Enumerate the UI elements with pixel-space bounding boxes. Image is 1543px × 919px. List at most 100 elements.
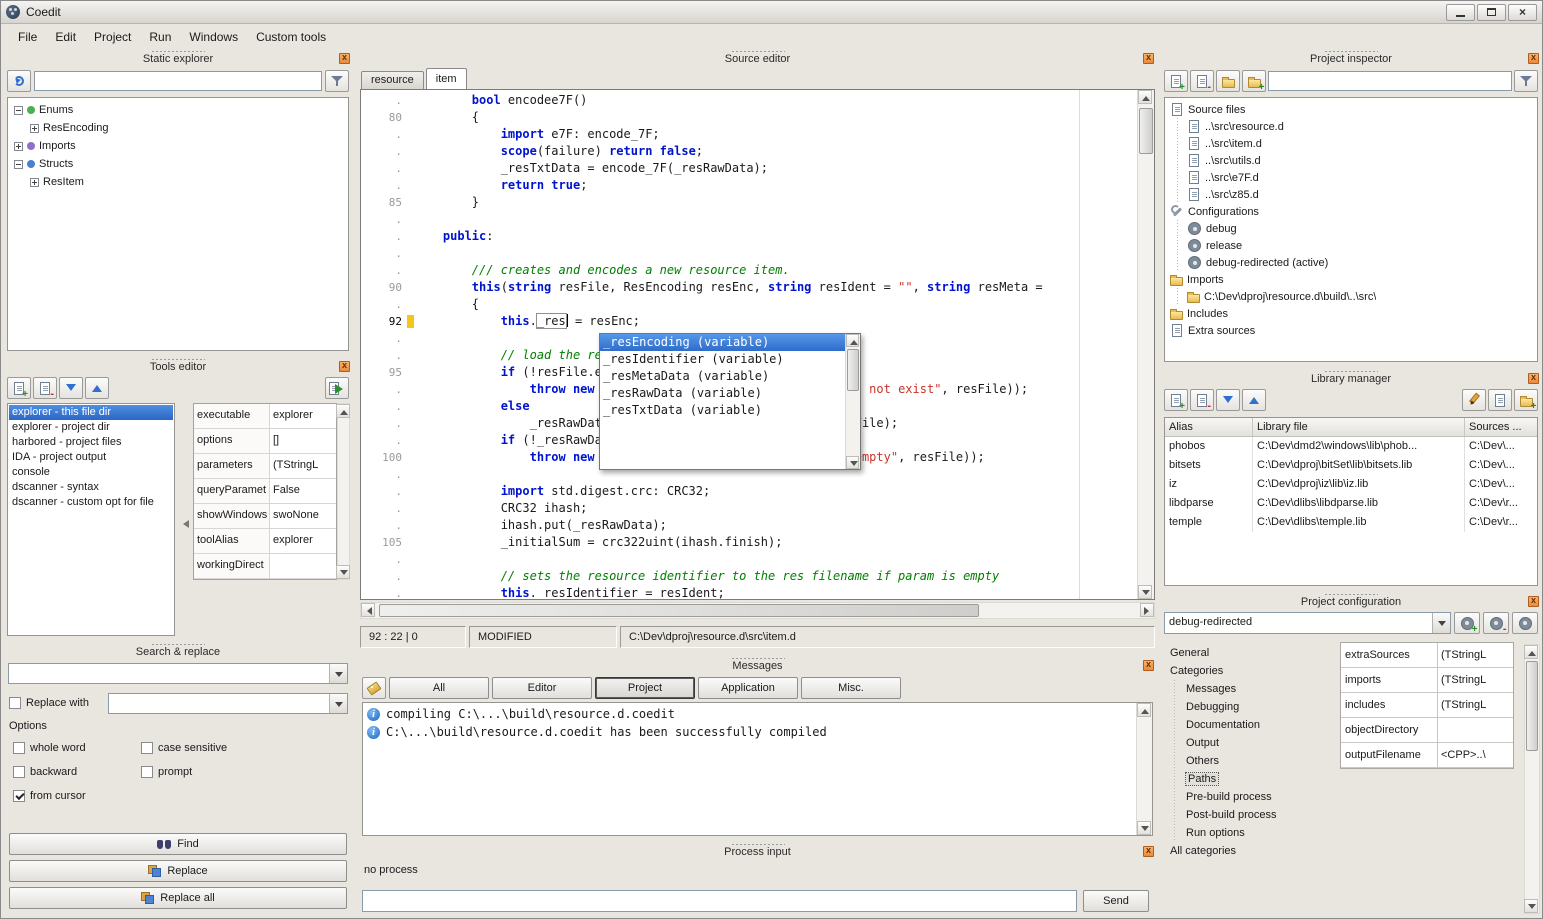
tree-item[interactable]: ResEncoding [8, 119, 348, 137]
tab-resource[interactable]: resource [361, 71, 424, 89]
send-button[interactable]: Send [1083, 890, 1149, 912]
option-backward[interactable]: backward [13, 760, 141, 784]
move-library-down-button[interactable] [1216, 389, 1240, 411]
filter-application-button[interactable]: Application [698, 677, 798, 699]
category-item[interactable]: All categories [1166, 842, 1326, 860]
library-column-header[interactable]: Alias [1165, 418, 1253, 436]
inspector-tree-item[interactable]: debug [1165, 220, 1537, 237]
category-item[interactable]: Paths [1166, 770, 1326, 788]
property-value[interactable] [270, 554, 336, 578]
inspector-tree-item[interactable]: ..\src\item.d [1165, 135, 1537, 152]
run-tool-button[interactable] [325, 377, 349, 399]
tool-item[interactable]: explorer - this file dir [9, 405, 173, 420]
property-value[interactable]: explorer [270, 529, 336, 553]
replace-with-checkbox[interactable] [9, 697, 21, 709]
scroll-down-icon[interactable] [846, 456, 859, 469]
inspector-tree-item[interactable]: Extra sources [1165, 322, 1537, 339]
category-item[interactable]: Post-build process [1166, 806, 1326, 824]
category-item[interactable]: Others [1166, 752, 1326, 770]
library-row[interactable]: bitsetsC:\Dev\dproj\bitSet\lib\bitsets.l… [1165, 456, 1537, 475]
expander-icon[interactable] [14, 160, 23, 169]
filter-editor-button[interactable]: Editor [492, 677, 592, 699]
panel-header[interactable]: Library manager [1160, 369, 1542, 387]
open-library-folder-button[interactable] [1514, 389, 1538, 411]
panel-header[interactable]: Project inspector [1160, 49, 1542, 67]
message-row[interactable]: compiling C:\...\build\resource.d.coedit [365, 705, 1150, 723]
library-column-header[interactable]: Library file [1253, 418, 1465, 436]
edit-library-button[interactable] [1462, 389, 1486, 411]
scroll-up-icon[interactable] [1138, 90, 1152, 104]
library-column-header[interactable]: Sources ... [1465, 418, 1537, 436]
tools-grid-scrollbar[interactable] [337, 403, 350, 580]
category-item[interactable]: General [1166, 644, 1326, 662]
close-panel-icon[interactable] [1528, 373, 1539, 384]
configuration-scrollbar[interactable] [1524, 644, 1540, 914]
filter-button[interactable] [325, 70, 349, 92]
replace-button[interactable]: Replace [9, 860, 347, 882]
library-row[interactable]: templeC:\Dev\dlibs\temple.libC:\Dev\r... [1165, 513, 1537, 532]
property-value[interactable]: <CPP>..\ [1438, 743, 1513, 767]
checkbox-icon[interactable] [141, 742, 153, 754]
tree-item[interactable]: Imports [8, 137, 348, 155]
property-value[interactable]: False [270, 479, 336, 503]
option-prompt[interactable]: prompt [141, 760, 269, 784]
completion-scrollbar[interactable] [845, 334, 860, 469]
inspector-tree-item[interactable]: Source files [1165, 101, 1537, 118]
code-editor[interactable]: . bool encodee7F()80 {. import e7F: enco… [360, 89, 1155, 600]
panel-header[interactable]: Tools editor [3, 357, 353, 375]
close-button[interactable] [1508, 4, 1537, 21]
close-panel-icon[interactable] [1528, 53, 1539, 64]
search-term-combobox[interactable] [8, 663, 348, 684]
refresh-button[interactable] [7, 70, 31, 92]
add-folder-sources-button[interactable] [1242, 70, 1266, 92]
expander-icon[interactable] [30, 124, 39, 133]
library-row[interactable]: izC:\Dev\dproj\iz\lib\iz.libC:\Dev\... [1165, 475, 1537, 494]
editor-horizontal-scrollbar[interactable] [360, 602, 1155, 619]
checkbox-icon[interactable] [13, 742, 25, 754]
property-value[interactable]: [] [270, 429, 336, 453]
panel-header[interactable]: Process input [358, 842, 1157, 860]
close-panel-icon[interactable] [339, 53, 350, 64]
scroll-up-icon[interactable] [846, 334, 859, 347]
property-value[interactable] [1438, 718, 1513, 742]
tab-item[interactable]: item [426, 68, 467, 89]
minimize-button[interactable] [1446, 4, 1475, 21]
category-item[interactable]: Documentation [1166, 716, 1326, 734]
inspector-tree-item[interactable]: Imports [1165, 271, 1537, 288]
inspector-tree-item[interactable]: Includes [1165, 305, 1537, 322]
tree-item[interactable]: Structs [8, 155, 348, 173]
property-value[interactable]: (TStringL [1438, 668, 1513, 692]
scroll-down-icon[interactable] [1137, 821, 1151, 835]
filter-misc-button[interactable]: Misc. [801, 677, 901, 699]
remove-tool-button[interactable] [33, 377, 57, 399]
close-panel-icon[interactable] [1528, 596, 1539, 607]
clone-configuration-button[interactable] [1512, 612, 1538, 634]
scroll-down-icon[interactable] [1138, 585, 1152, 599]
scroll-left-icon[interactable] [361, 603, 375, 617]
tool-item[interactable]: explorer - project dir [9, 420, 173, 435]
replace-all-button[interactable]: Replace all [9, 887, 347, 909]
close-panel-icon[interactable] [1143, 53, 1154, 64]
category-item[interactable]: Debugging [1166, 698, 1326, 716]
checkbox-icon[interactable] [13, 766, 25, 778]
clear-messages-button[interactable] [362, 677, 386, 699]
property-value[interactable]: swoNone [270, 504, 336, 528]
completion-item[interactable]: _resTxtData (variable) [600, 402, 845, 419]
inspector-tree-item[interactable]: C:\Dev\dproj\resource.d\build\..\src\ [1165, 288, 1537, 305]
inspector-tree-item[interactable]: ..\src\resource.d [1165, 118, 1537, 135]
remove-configuration-button[interactable] [1483, 612, 1509, 634]
menu-windows[interactable]: Windows [180, 27, 247, 47]
filter-project-button[interactable]: Project [595, 677, 695, 699]
expander-icon[interactable] [30, 178, 39, 187]
category-item[interactable]: Messages [1166, 680, 1326, 698]
completion-item[interactable]: _resIdentifier (variable) [600, 351, 845, 368]
property-value[interactable]: explorer [270, 404, 336, 428]
tool-item[interactable]: IDA - project output [9, 450, 173, 465]
inspector-tree-item[interactable]: ..\src\e7F.d [1165, 169, 1537, 186]
find-button[interactable]: Find [9, 833, 347, 855]
tool-item[interactable]: harbored - project files [9, 435, 173, 450]
scroll-down-icon[interactable] [336, 565, 350, 579]
menu-edit[interactable]: Edit [46, 27, 85, 47]
category-item[interactable]: Run options [1166, 824, 1326, 842]
property-value[interactable]: (TStringL [1438, 693, 1513, 717]
